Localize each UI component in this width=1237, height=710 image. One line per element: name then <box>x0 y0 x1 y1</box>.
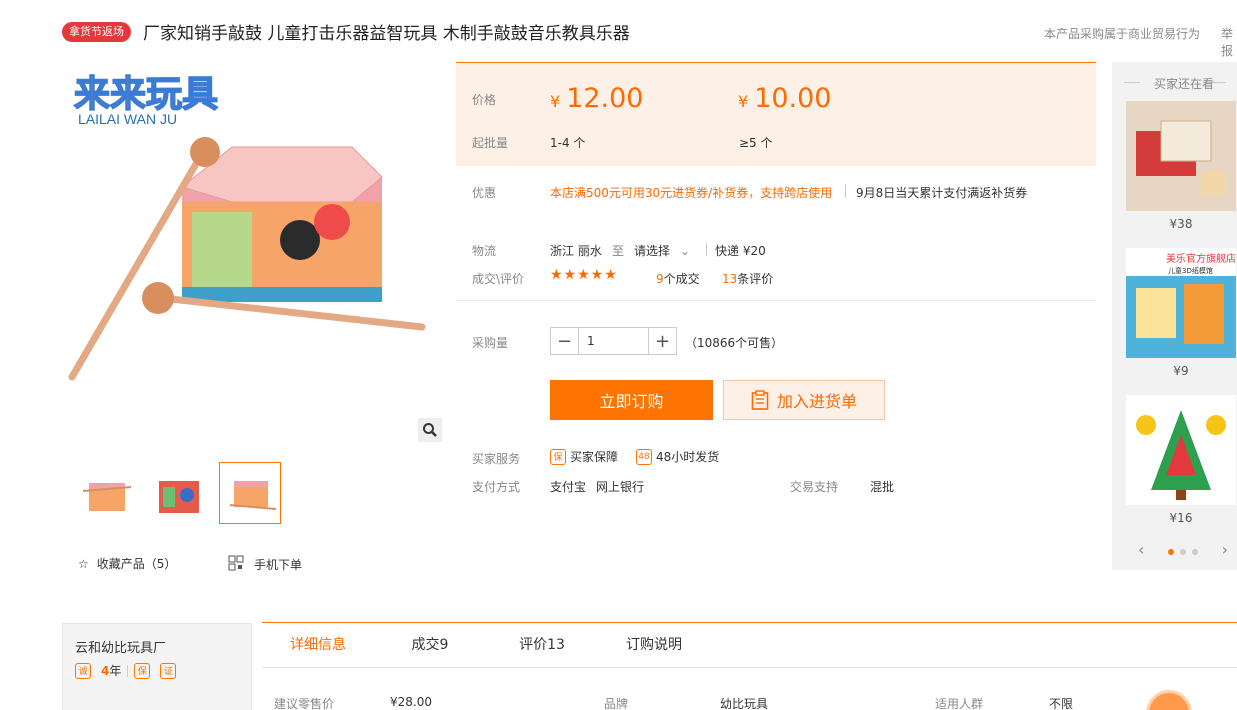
buy-now-button[interactable]: 立即订购 <box>550 380 713 420</box>
sidebar-title: 买家还在看 <box>1153 77 1214 91</box>
audience-value: 不限 <box>1049 697 1074 710</box>
sidebar-pager: ‹ › <box>1138 540 1228 559</box>
chevron-left-icon[interactable]: ‹ <box>1138 540 1144 559</box>
recommend-price-3: ¥16 <box>1169 511 1193 525</box>
price-label: 价格 <box>472 93 497 107</box>
tab-deals[interactable]: 成交9 <box>374 623 486 667</box>
pager-dots <box>1165 540 1201 559</box>
rebate-text: 9月8日当天累计支付满返补货券 <box>856 186 1028 200</box>
reviews-link[interactable]: 13条评价 <box>722 270 773 287</box>
coupon-link[interactable]: 本店满500元可用30元进货券/补货券，支持跨店使用 <box>550 184 832 201</box>
star-icon: ☆ <box>78 556 89 571</box>
zoom-button[interactable] <box>418 418 442 442</box>
increase-button[interactable]: + <box>649 328 676 354</box>
reviews-label: 成交\评价 <box>472 272 525 286</box>
recommend-item-3[interactable] <box>1126 395 1236 505</box>
shield-icon: 保 <box>550 448 566 465</box>
report-link[interactable]: 举报 <box>1221 25 1237 59</box>
services-label: 买家服务 <box>472 452 521 466</box>
add-cart-button[interactable]: 加入进货单 <box>723 380 885 420</box>
mobile-order-button[interactable]: 手机下单 <box>228 555 302 574</box>
shop-years: 诚 4年 保 证 <box>75 662 180 679</box>
clipboard-icon <box>751 390 769 410</box>
recommend-price-2: ¥9 <box>1173 364 1189 378</box>
promo-divider <box>845 184 846 198</box>
quantity-stepper: − 1 + <box>550 327 677 355</box>
quantity-label: 采购量 <box>472 336 509 350</box>
recommend-item-2[interactable]: 美乐官方旗舰店 儿童3D纸模馆 <box>1126 248 1236 358</box>
promo-badge: 拿货节返场 <box>62 22 131 42</box>
ship-to-sep: 至 <box>612 244 625 258</box>
ship-from: 浙江 丽水 <box>550 244 602 258</box>
ship-to-select[interactable]: 请选择 ⌄ <box>634 242 690 259</box>
retail-price-value: ¥28.00 <box>390 695 432 709</box>
svg-text:美乐官方旗舰店: 美乐官方旗舰店 <box>1166 252 1236 265</box>
search-icon <box>423 423 437 437</box>
thumbnail-3[interactable] <box>219 462 281 524</box>
express-fee: 快递 ¥20 <box>715 244 766 258</box>
payment-label: 支付方式 <box>472 480 521 494</box>
favorite-button[interactable]: ☆ 收藏产品（5） <box>78 555 176 572</box>
chevron-right-icon[interactable]: › <box>1222 540 1228 559</box>
section-divider <box>456 300 1096 301</box>
tab-details[interactable]: 详细信息 <box>262 623 374 667</box>
tab-order-notes[interactable]: 订购说明 <box>598 623 710 667</box>
product-title: 厂家知销手敲鼓 儿童打击乐器益智玩具 木制手敲鼓音乐教具乐器 <box>143 24 630 44</box>
brand-label: 品牌 <box>604 697 629 710</box>
chevron-down-icon: ⌄ <box>679 244 690 258</box>
trade-support-label: 交易支持 <box>790 480 839 494</box>
moq-label: 起批量 <box>472 136 509 150</box>
years-icon: 诚 <box>75 662 91 679</box>
ship48-service[interactable]: 48 48小时发货 <box>636 448 719 465</box>
svg-text:来来玩具: 来来玩具 <box>74 74 218 115</box>
main-product-image[interactable]: 来来玩具 LAILAI WAN JU <box>62 62 442 422</box>
promo-label: 优惠 <box>472 186 497 200</box>
trade-support-value: 混批 <box>870 480 895 494</box>
shop-divider <box>127 664 129 677</box>
tier1-qty: 1-4 个 <box>550 136 586 150</box>
detail-tabs: 详细信息 成交9 评价13 订购说明 <box>262 622 1237 668</box>
add-cart-label: 加入进货单 <box>776 392 857 411</box>
recommend-item-1[interactable] <box>1126 101 1236 211</box>
shop-name[interactable]: 云和幼比玩具厂 <box>75 637 166 656</box>
tier2-qty: ≥5 个 <box>739 136 773 150</box>
favorite-label: 收藏产品（5） <box>96 557 177 571</box>
retail-price-label: 建议零售价 <box>274 697 335 710</box>
brand-value: 幼比玩具 <box>720 697 769 710</box>
payment-alipay: 支付宝 <box>550 480 587 494</box>
chat-float-icon[interactable] <box>1146 690 1192 710</box>
mobile-order-label: 手机下单 <box>254 558 303 572</box>
certificate-icon: 证 <box>160 662 177 679</box>
deals-link[interactable]: 9个成交 <box>656 270 700 287</box>
clock48-icon: 48 <box>636 448 652 465</box>
tier1-price: ¥12.00 <box>550 83 644 114</box>
trade-note: 本产品采购属于商业贸易行为 <box>1044 27 1201 41</box>
logistics-label: 物流 <box>472 244 497 258</box>
recommend-price-1: ¥38 <box>1169 217 1193 231</box>
payment-bank: 网上银行 <box>596 480 645 494</box>
audience-label: 适用人群 <box>935 697 984 710</box>
qrcode-icon <box>228 555 244 574</box>
thumbnail-2[interactable] <box>148 462 210 524</box>
stock-text: （10866个可售） <box>685 336 784 350</box>
guarantee-service[interactable]: 保买家保障 <box>550 448 618 465</box>
quantity-input[interactable]: 1 <box>578 328 649 354</box>
rating-stars: ★★★★★ <box>550 267 618 283</box>
svg-text:LAILAI WAN JU: LAILAI WAN JU <box>78 111 177 127</box>
shield-icon: 保 <box>134 662 151 679</box>
logistics-divider <box>706 243 707 256</box>
tier2-price: ¥10.00 <box>738 83 832 114</box>
thumbnail-1[interactable] <box>76 462 138 524</box>
decrease-button[interactable]: − <box>551 328 578 354</box>
svg-text:儿童3D纸模馆: 儿童3D纸模馆 <box>1168 266 1213 275</box>
tab-reviews[interactable]: 评价13 <box>486 623 598 667</box>
brand-logo: 来来玩具 LAILAI WAN JU <box>73 73 219 127</box>
